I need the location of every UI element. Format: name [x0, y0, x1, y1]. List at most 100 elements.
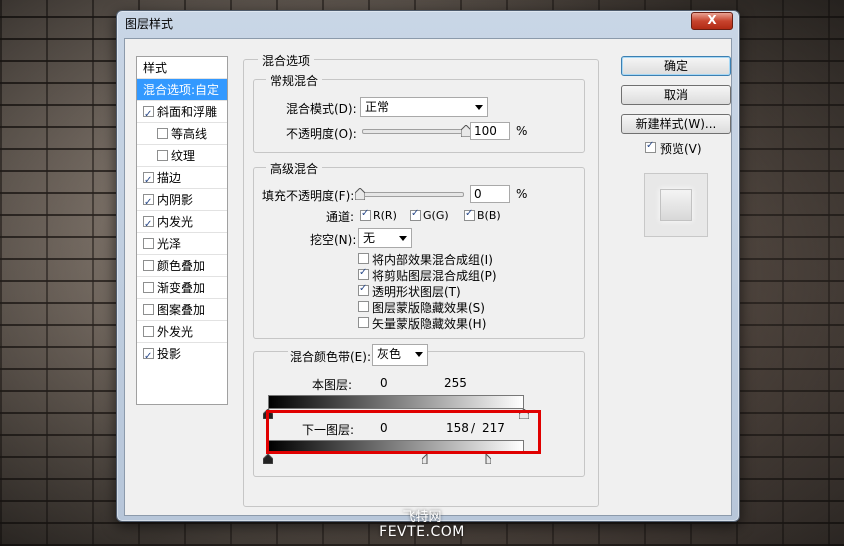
style-checkbox[interactable] [157, 128, 168, 139]
style-item-contour[interactable]: 等高线 [137, 123, 227, 145]
general-blending-legend: 常规混合 [266, 72, 323, 89]
style-checkbox[interactable] [143, 238, 154, 249]
highlight-box [266, 410, 541, 454]
new-style-button[interactable]: 新建样式(W)... [621, 114, 731, 134]
opacity-input[interactable]: 100 [470, 122, 510, 140]
styles-header[interactable]: 样式 [137, 57, 227, 79]
style-checkbox[interactable] [143, 104, 154, 126]
style-checkbox[interactable] [143, 192, 154, 214]
style-checkbox[interactable] [143, 282, 154, 293]
layer-mask-hides-label: 图层蒙版隐藏效果(S) [372, 301, 485, 315]
this-layer-high: 255 [444, 376, 467, 390]
style-item-gradient-overlay[interactable]: 渐变叠加 [137, 277, 227, 299]
channel-g-label: G(G) [423, 209, 449, 222]
blend-clipped-checkbox[interactable] [358, 267, 369, 280]
layer-style-dialog: 图层样式 X 样式 混合选项:自定 斜面和浮雕 等高线 纹理 [116, 10, 740, 522]
channel-b-label: B(B) [477, 209, 501, 222]
knockout-select[interactable]: 无 [358, 228, 412, 248]
style-checkbox[interactable] [143, 260, 154, 271]
style-item-color-overlay[interactable]: 颜色叠加 [137, 255, 227, 277]
close-button[interactable]: X [691, 12, 733, 30]
style-checkbox[interactable] [143, 326, 154, 337]
style-item-outer-glow[interactable]: 外发光 [137, 321, 227, 343]
ok-button[interactable]: 确定 [621, 56, 731, 76]
vector-mask-hides-checkbox[interactable] [358, 317, 369, 328]
style-item-pattern-overlay[interactable]: 图案叠加 [137, 299, 227, 321]
vector-mask-hides-label: 矢量蒙版隐藏效果(H) [372, 317, 487, 331]
style-item-label: 内阴影 [157, 193, 194, 207]
style-checkbox[interactable] [143, 346, 154, 368]
knockout-value: 无 [363, 231, 376, 245]
this-layer-gradient [268, 395, 524, 409]
style-item-label: 描边 [157, 171, 182, 185]
style-item-label: 光泽 [157, 237, 182, 251]
style-item-bevel-emboss[interactable]: 斜面和浮雕 [137, 101, 227, 126]
channel-g-checkbox[interactable] [410, 208, 421, 221]
style-item-drop-shadow[interactable]: 投影 [137, 343, 227, 368]
style-item-label: 斜面和浮雕 [157, 105, 218, 119]
opacity-slider[interactable] [362, 129, 466, 134]
channel-r-checkbox[interactable] [360, 208, 371, 221]
style-checkbox[interactable] [143, 170, 154, 192]
fill-opacity-value: 0 [474, 187, 482, 201]
channel-b-checkbox[interactable] [464, 208, 475, 221]
transparency-shapes-checkbox[interactable] [358, 283, 369, 296]
blend-if-value: 灰色 [377, 347, 402, 361]
title-bar[interactable]: 图层样式 X [117, 11, 739, 35]
style-item-inner-glow[interactable]: 内发光 [137, 211, 227, 236]
preview-checkbox[interactable] [645, 140, 656, 153]
fill-opacity-label: 填充不透明度(F): [262, 189, 355, 203]
underlying-low-thumb[interactable] [263, 454, 273, 464]
style-item-label: 等高线 [171, 127, 208, 141]
cancel-button[interactable]: 取消 [621, 85, 731, 105]
preview-label: 预览(V) [660, 142, 702, 156]
blend-clipped-label: 将剪贴图层混合成组(P) [372, 269, 497, 283]
style-item-blend-options[interactable]: 混合选项:自定 [137, 79, 227, 101]
transparency-shapes-label: 透明形状图层(T) [372, 285, 461, 299]
style-item-inner-shadow[interactable]: 内阴影 [137, 189, 227, 214]
fill-opacity-input[interactable]: 0 [470, 185, 510, 203]
chevron-down-icon [415, 352, 423, 357]
style-checkbox[interactable] [143, 304, 154, 315]
style-item-label: 内发光 [157, 215, 194, 229]
style-item-label: 投影 [157, 347, 182, 361]
style-item-stroke[interactable]: 描边 [137, 167, 227, 192]
style-preview [644, 173, 708, 237]
fill-opacity-unit: % [516, 187, 528, 201]
style-preview-swatch [660, 189, 692, 221]
style-item-satin[interactable]: 光泽 [137, 233, 227, 255]
style-checkbox[interactable] [143, 214, 154, 236]
opacity-unit: % [516, 124, 528, 138]
fill-opacity-slider[interactable] [360, 192, 464, 197]
advanced-blending-legend: 高级混合 [266, 160, 323, 177]
blend-mode-value: 正常 [365, 100, 390, 114]
general-blending-group: 常规混合 混合模式(D): 正常 不透明度(O): 100 % [253, 72, 585, 153]
style-checkbox[interactable] [157, 150, 168, 161]
blend-mode-label: 混合模式(D): [286, 102, 357, 116]
underlying-high-right-thumb[interactable] [481, 454, 491, 464]
style-item-label: 图案叠加 [157, 303, 206, 317]
style-item-label: 颜色叠加 [157, 259, 206, 273]
this-layer-label: 本图层: [312, 378, 353, 392]
blend-if-select[interactable]: 灰色 [372, 344, 428, 366]
style-item-label: 渐变叠加 [157, 281, 206, 295]
this-layer-low: 0 [380, 376, 388, 390]
watermark-en: FEVTE.COM [379, 524, 465, 540]
blend-mode-select[interactable]: 正常 [360, 97, 488, 117]
style-item-texture[interactable]: 纹理 [137, 145, 227, 167]
fill-opacity-slider-thumb[interactable] [355, 188, 365, 200]
blend-interior-checkbox[interactable] [358, 253, 369, 264]
underlying-high-left-thumb[interactable] [421, 454, 432, 464]
layer-mask-hides-checkbox[interactable] [358, 301, 369, 312]
channels-label: 通道: [326, 210, 355, 224]
chevron-down-icon [399, 236, 407, 241]
dialog-client: 样式 混合选项:自定 斜面和浮雕 等高线 纹理 描边 [124, 38, 732, 516]
blend-interior-label: 将内部效果混合成组(I) [372, 253, 493, 267]
style-item-label: 混合选项:自定 [143, 83, 220, 97]
blend-options-legend: 混合选项 [258, 52, 315, 69]
opacity-value: 100 [474, 124, 497, 138]
blend-if-label: 混合颜色带(E): [288, 348, 373, 365]
styles-list: 样式 混合选项:自定 斜面和浮雕 等高线 纹理 描边 [136, 56, 228, 405]
style-item-label: 外发光 [157, 325, 194, 339]
style-item-label: 纹理 [171, 149, 196, 163]
